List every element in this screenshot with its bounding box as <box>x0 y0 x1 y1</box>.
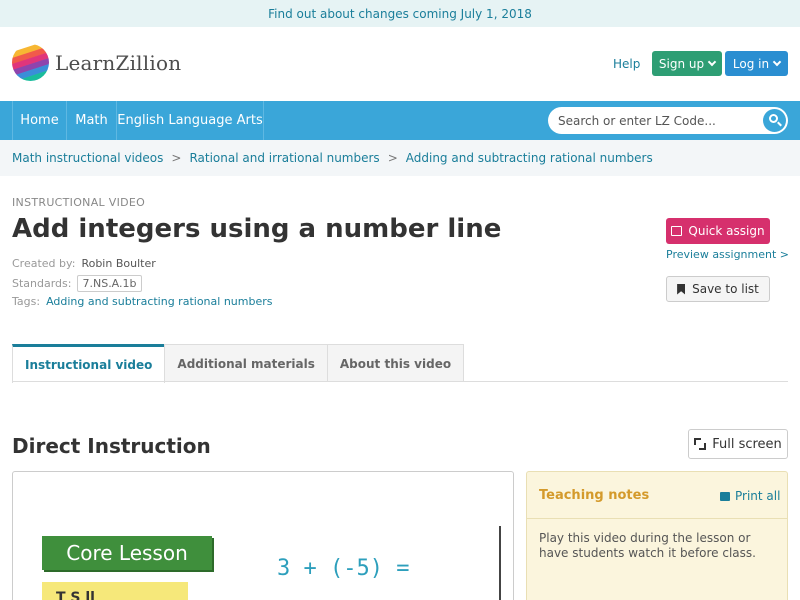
search-button[interactable] <box>763 109 786 132</box>
search-input[interactable] <box>558 107 758 134</box>
help-link[interactable]: Help <box>613 57 640 71</box>
content-type-label: INSTRUCTIONAL VIDEO <box>12 196 146 209</box>
nav-item-math[interactable]: Math <box>67 101 117 140</box>
tabs-divider <box>12 381 788 382</box>
quick-assign-label: Quick assign <box>688 224 765 238</box>
chevron-down-icon <box>772 57 782 67</box>
tab-about-this-video[interactable]: About this video <box>326 344 465 382</box>
search-box <box>548 107 788 134</box>
sign-up-label: Sign up <box>658 56 705 71</box>
expand-icon <box>694 438 707 450</box>
printer-icon <box>720 491 730 501</box>
save-to-list-button[interactable]: Save to list <box>666 276 770 302</box>
created-by-row: Created by: Robin Boulter <box>12 257 156 270</box>
video-sticky-note: T S ll <box>42 582 188 600</box>
nav-item-home[interactable]: Home <box>12 101 67 140</box>
teaching-notes-title: Teaching notes <box>539 488 650 503</box>
full-screen-button[interactable]: Full screen <box>688 429 788 459</box>
core-lesson-label: Core Lesson <box>42 536 212 570</box>
created-by-label: Created by: <box>12 257 76 270</box>
breadcrumb: Math instructional videos > Rational and… <box>12 151 653 165</box>
logo[interactable]: LearnZillion <box>12 44 181 81</box>
breadcrumb-math-instructional-videos[interactable]: Math instructional videos <box>12 151 163 165</box>
math-expression: 3 + (-5) = <box>277 556 410 581</box>
sign-up-button[interactable]: Sign up <box>652 51 722 76</box>
bookmark-icon <box>677 283 686 295</box>
number-line-divider <box>499 526 501 600</box>
breadcrumb-bar: Math instructional videos > Rational and… <box>0 140 800 176</box>
banner-text[interactable]: Find out about changes coming July 1, 20… <box>268 7 532 21</box>
content-tabs: Instructional video Additional materials… <box>12 344 465 383</box>
author-name: Robin Boulter <box>81 257 156 270</box>
print-all-link[interactable]: Print all <box>720 489 780 503</box>
teaching-notes-panel: Teaching notes Print all Play this video… <box>526 471 788 600</box>
teaching-notes-body: Play this video during the lesson or hav… <box>539 531 756 560</box>
log-in-label: Log in <box>732 56 770 71</box>
logo-icon <box>12 44 49 81</box>
save-to-list-label: Save to list <box>692 282 759 296</box>
tab-instructional-video[interactable]: Instructional video <box>12 344 166 383</box>
tab-additional-materials[interactable]: Additional materials <box>164 344 328 382</box>
preview-assignment-link[interactable]: Preview assignment > <box>666 248 789 261</box>
main-nav: Home Math English Language Arts <box>0 101 800 140</box>
notes-divider <box>527 518 787 519</box>
chevron-down-icon <box>707 57 717 67</box>
breadcrumb-adding-subtracting[interactable]: Adding and subtracting rational numbers <box>406 151 653 165</box>
video-player[interactable]: Core Lesson T S ll 3 + (-5) = <box>12 471 514 600</box>
nav-item-english-language-arts[interactable]: English Language Arts <box>117 101 264 140</box>
announcement-banner[interactable]: Find out about changes coming July 1, 20… <box>0 0 800 27</box>
breadcrumb-separator: > <box>387 151 398 165</box>
site-header: LearnZillion Help Sign up Log in <box>0 27 800 101</box>
breadcrumb-rational-irrational[interactable]: Rational and irrational numbers <box>189 151 379 165</box>
tag-link[interactable]: Adding and subtracting rational numbers <box>46 295 272 308</box>
standard-badge[interactable]: 7.NS.A.1b <box>77 275 142 292</box>
share-icon <box>671 226 683 236</box>
breadcrumb-separator: > <box>171 151 182 165</box>
standards-label: Standards: <box>12 277 72 290</box>
full-screen-label: Full screen <box>712 436 782 452</box>
logo-text: LearnZillion <box>55 50 182 75</box>
tags-row: Tags: Adding and subtracting rational nu… <box>12 295 272 308</box>
page-title: Add integers using a number line <box>12 214 502 244</box>
quick-assign-button[interactable]: Quick assign <box>666 218 770 244</box>
section-title: Direct Instruction <box>12 434 211 458</box>
tags-label: Tags: <box>12 295 41 308</box>
log-in-button[interactable]: Log in <box>725 51 788 76</box>
standards-row: Standards: 7.NS.A.1b <box>12 275 142 292</box>
print-all-label: Print all <box>735 489 781 503</box>
